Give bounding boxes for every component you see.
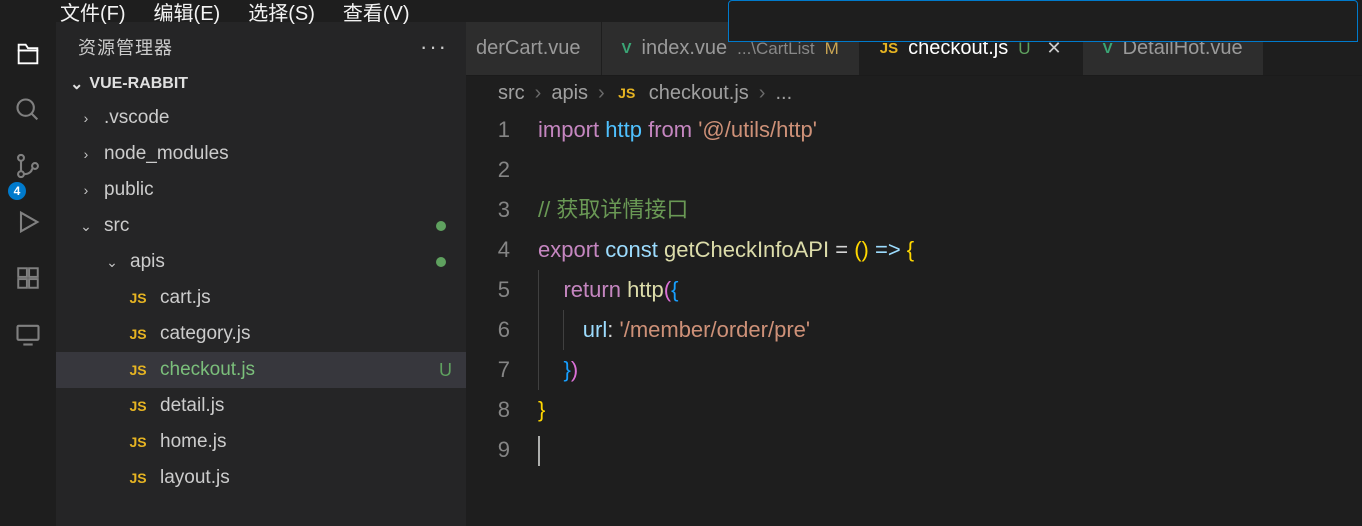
file-name: src bbox=[104, 215, 129, 237]
file-name: category.js bbox=[160, 323, 250, 345]
command-center[interactable] bbox=[728, 0, 1358, 42]
line-gutter: 123456789 bbox=[466, 110, 538, 470]
project-name: VUE-RABBIT bbox=[89, 75, 188, 93]
file-row[interactable]: JS cart.js bbox=[56, 280, 466, 316]
folder-row[interactable]: ⌄ apis bbox=[56, 244, 466, 280]
js-icon: JS bbox=[126, 290, 150, 306]
breadcrumb-part[interactable]: src bbox=[498, 82, 525, 105]
chevron-right-icon: › bbox=[759, 82, 766, 105]
file-row[interactable]: JS layout.js bbox=[56, 460, 466, 496]
file-row[interactable]: JS checkout.js U bbox=[56, 352, 466, 388]
folder-row[interactable]: › node_modules bbox=[56, 136, 466, 172]
file-name: cart.js bbox=[160, 287, 211, 309]
text-cursor bbox=[538, 436, 540, 466]
chevron-icon: › bbox=[78, 182, 94, 198]
project-header[interactable]: ⌄ VUE-RABBIT bbox=[56, 70, 466, 100]
breadcrumb[interactable]: src › apis › JS checkout.js › ... bbox=[466, 76, 1362, 110]
tab-label: derCart.vue bbox=[476, 37, 581, 60]
explorer-sidebar: 资源管理器 ··· ⌄ VUE-RABBIT › .vscode › node_mod… bbox=[56, 22, 466, 526]
run-icon[interactable] bbox=[14, 208, 42, 236]
chevron-icon: › bbox=[78, 110, 94, 126]
folder-row[interactable]: › public bbox=[56, 172, 466, 208]
scm-badge: 4 bbox=[8, 182, 26, 200]
chevron-right-icon: › bbox=[598, 82, 605, 105]
menubar: 文件(F) 编辑(E) 选择(S) 查看(V) bbox=[0, 0, 1362, 22]
editor-area: derCart.vueVindex.vue...\CartListMJSchec… bbox=[466, 22, 1362, 526]
js-icon: JS bbox=[126, 434, 150, 450]
file-name: home.js bbox=[160, 431, 227, 453]
file-name: detail.js bbox=[160, 395, 224, 417]
js-icon: JS bbox=[126, 398, 150, 414]
chevron-icon: ⌄ bbox=[104, 254, 120, 271]
file-name: .vscode bbox=[104, 107, 169, 129]
js-icon: JS bbox=[615, 85, 639, 101]
remote-icon[interactable] bbox=[14, 320, 42, 348]
git-status: U bbox=[439, 360, 452, 381]
file-row[interactable]: JS detail.js bbox=[56, 388, 466, 424]
js-icon: JS bbox=[126, 362, 150, 378]
sidebar-title: 资源管理器 bbox=[78, 34, 173, 60]
search-icon[interactable] bbox=[14, 96, 42, 124]
tab-label: index.vue bbox=[642, 37, 728, 60]
file-tree: › .vscode › node_modules › public ⌄ src ⌄ apis JS c… bbox=[56, 100, 466, 496]
file-name: node_modules bbox=[104, 143, 229, 165]
file-name: apis bbox=[130, 251, 165, 273]
code-lines[interactable]: import http from '@/utils/http' // 获取详情接… bbox=[538, 110, 1362, 470]
menu-select[interactable]: 选择(S) bbox=[248, 0, 315, 26]
folder-row[interactable]: › .vscode bbox=[56, 100, 466, 136]
chevron-icon: ⌄ bbox=[78, 218, 94, 235]
js-icon: JS bbox=[880, 40, 898, 57]
chevron-icon: › bbox=[78, 146, 94, 162]
chevron-down-icon: ⌄ bbox=[70, 74, 83, 94]
js-icon: JS bbox=[126, 470, 150, 486]
code-editor[interactable]: 123456789 import http from '@/utils/http… bbox=[466, 110, 1362, 470]
more-icon[interactable]: ··· bbox=[420, 34, 448, 60]
chevron-right-icon: › bbox=[535, 82, 542, 105]
menu-view[interactable]: 查看(V) bbox=[343, 0, 410, 26]
file-name: layout.js bbox=[160, 467, 230, 489]
vue-icon: V bbox=[1103, 40, 1113, 57]
activity-bar: 4 bbox=[0, 22, 56, 526]
vue-icon: V bbox=[622, 40, 632, 57]
editor-tab[interactable]: derCart.vue bbox=[466, 22, 602, 75]
explorer-icon[interactable] bbox=[14, 40, 42, 68]
menu-file[interactable]: 文件(F) bbox=[60, 0, 126, 26]
source-control-icon[interactable] bbox=[14, 152, 42, 180]
extensions-icon[interactable] bbox=[14, 264, 42, 292]
js-icon: JS bbox=[126, 326, 150, 342]
breadcrumb-file[interactable]: checkout.js bbox=[649, 82, 749, 105]
menu-edit[interactable]: 编辑(E) bbox=[154, 0, 221, 26]
file-row[interactable]: JS home.js bbox=[56, 424, 466, 460]
breadcrumb-tail[interactable]: ... bbox=[775, 82, 792, 105]
breadcrumb-part[interactable]: apis bbox=[551, 82, 588, 105]
folder-row[interactable]: ⌄ src bbox=[56, 208, 466, 244]
file-name: checkout.js bbox=[160, 359, 255, 381]
file-name: public bbox=[104, 179, 154, 201]
file-row[interactable]: JS category.js bbox=[56, 316, 466, 352]
